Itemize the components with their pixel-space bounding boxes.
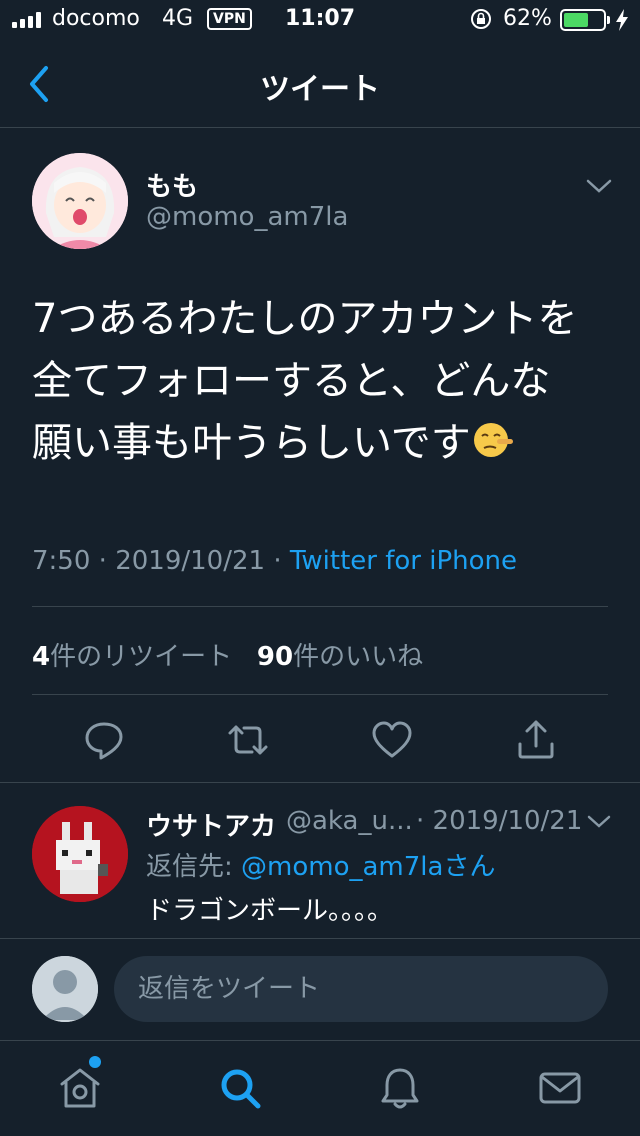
- meta-separator: ·: [98, 546, 107, 576]
- messages-icon[interactable]: [536, 1064, 584, 1112]
- tweet-stats: 4件のリツイート 90件のいいね: [32, 636, 423, 673]
- retweet-label: 件のリツイート: [50, 642, 233, 672]
- replying-to-label: 返信先:: [146, 852, 242, 882]
- home-icon[interactable]: [56, 1064, 104, 1112]
- tweet-time: 7:50: [32, 546, 91, 576]
- user-handle[interactable]: @momo_am7la: [146, 202, 348, 232]
- divider: [32, 606, 608, 607]
- orientation-lock-icon: [471, 9, 491, 29]
- new-content-dot: [89, 1056, 101, 1068]
- reply-input[interactable]: [114, 956, 608, 1022]
- like-count: 90: [256, 642, 294, 672]
- tweet-text-line: 全てフォローすると、どんな: [32, 358, 551, 404]
- retweets-stat[interactable]: 4件のリツイート: [32, 642, 232, 672]
- pixel-rabbit-avatar-image: [32, 806, 128, 902]
- reply-text: ドラゴンボール。。。。: [146, 896, 394, 926]
- lying-face-icon: [473, 423, 513, 457]
- search-icon[interactable]: [216, 1064, 264, 1112]
- replying-to-handle[interactable]: @momo_am7laさん: [241, 852, 495, 882]
- tweet-source-link[interactable]: Twitter for iPhone: [290, 546, 517, 576]
- avatar[interactable]: [32, 153, 128, 249]
- display-name[interactable]: もも: [146, 166, 198, 203]
- battery-tip: [607, 16, 610, 24]
- charging-bolt-icon: [616, 9, 628, 31]
- share-icon[interactable]: [514, 718, 558, 762]
- reply-avatar[interactable]: [32, 806, 128, 902]
- divider: [32, 694, 608, 695]
- reply-display-name[interactable]: ウサトアカ: [146, 806, 276, 843]
- status-bar: docomo 4G VPN 11:07 62%: [0, 0, 640, 40]
- divider: [0, 1040, 640, 1041]
- chevron-down-icon[interactable]: [584, 174, 614, 198]
- like-icon[interactable]: [370, 718, 414, 762]
- tweet-text-segment: 願い事も叶うらしいです: [32, 420, 471, 466]
- replying-to: 返信先: @momo_am7laさん: [146, 846, 495, 883]
- reply-user-handle[interactable]: @aka_u...: [286, 806, 413, 836]
- meta-separator: ·: [273, 546, 282, 576]
- like-label: 件のいいね: [293, 642, 424, 672]
- reply-date: · 2019/10/21: [416, 806, 583, 836]
- tweet-meta: 7:50 · 2019/10/21 · Twitter for iPhone: [32, 546, 517, 576]
- divider: [0, 938, 640, 939]
- reply-icon[interactable]: [82, 718, 126, 762]
- default-user-icon: [32, 956, 98, 1022]
- chevron-down-icon[interactable]: [586, 812, 612, 832]
- notifications-icon[interactable]: [376, 1064, 424, 1112]
- tweet-date: 2019/10/21: [115, 546, 266, 576]
- nav-header: ツイート: [0, 40, 640, 128]
- divider: [0, 782, 640, 783]
- my-avatar[interactable]: [32, 956, 98, 1022]
- anime-girl-avatar-image: [32, 153, 128, 249]
- tweet-text-line: 願い事も叶うらしいです: [32, 412, 612, 474]
- page-title: ツイート: [260, 72, 380, 107]
- battery-icon: [560, 9, 606, 31]
- retweet-icon[interactable]: [226, 718, 270, 762]
- retweet-count: 4: [32, 642, 51, 672]
- battery-percent: 62%: [503, 6, 552, 31]
- tweet-text: 7つあるわたしのアカウントを 全てフォローすると、どんな 願い事も叶うらしいです: [32, 288, 612, 474]
- likes-stat[interactable]: 90件のいいね: [257, 642, 423, 672]
- tweet-text-line: 7つあるわたしのアカウントを: [32, 296, 578, 342]
